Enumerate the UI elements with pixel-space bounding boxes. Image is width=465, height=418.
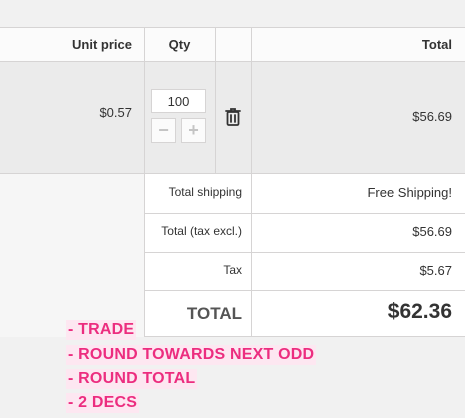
increment-button[interactable]: + xyxy=(181,118,206,143)
tax-value: $5.67 xyxy=(419,263,452,278)
unit-price-value: $0.57 xyxy=(99,105,132,120)
trash-icon xyxy=(225,108,241,126)
divider xyxy=(251,27,252,337)
cart-table: Unit price Qty Total $0.57 $56.69 Total … xyxy=(0,27,465,337)
note-line: - TRADE xyxy=(66,320,137,340)
grand-total-value: $62.36 xyxy=(387,300,452,323)
row-total-value: $56.69 xyxy=(412,109,452,124)
divider xyxy=(144,27,145,174)
total-excl-label: Total (tax excl.) xyxy=(161,224,242,238)
header-unit-price: Unit price xyxy=(72,37,132,52)
header-qty: Qty xyxy=(168,37,191,52)
note-line: - 2 DECS xyxy=(66,393,140,413)
divider xyxy=(215,27,216,174)
tax-label: Tax xyxy=(223,263,242,277)
summary-left-blank xyxy=(0,174,144,337)
total-excl-value: $56.69 xyxy=(412,224,452,239)
note-line: - ROUND TOWARDS NEXT ODD xyxy=(66,345,317,365)
note-line: - ROUND TOTAL xyxy=(66,369,198,389)
top-strip xyxy=(0,0,465,27)
delete-button[interactable] xyxy=(221,105,245,129)
shipping-label: Total shipping xyxy=(168,185,242,199)
grand-total-label: TOTAL xyxy=(186,304,242,323)
decrement-button[interactable]: − xyxy=(151,118,176,143)
header-total: Total xyxy=(421,37,452,52)
quantity-input[interactable] xyxy=(151,89,206,113)
shipping-value: Free Shipping! xyxy=(367,185,452,200)
divider xyxy=(144,174,145,337)
